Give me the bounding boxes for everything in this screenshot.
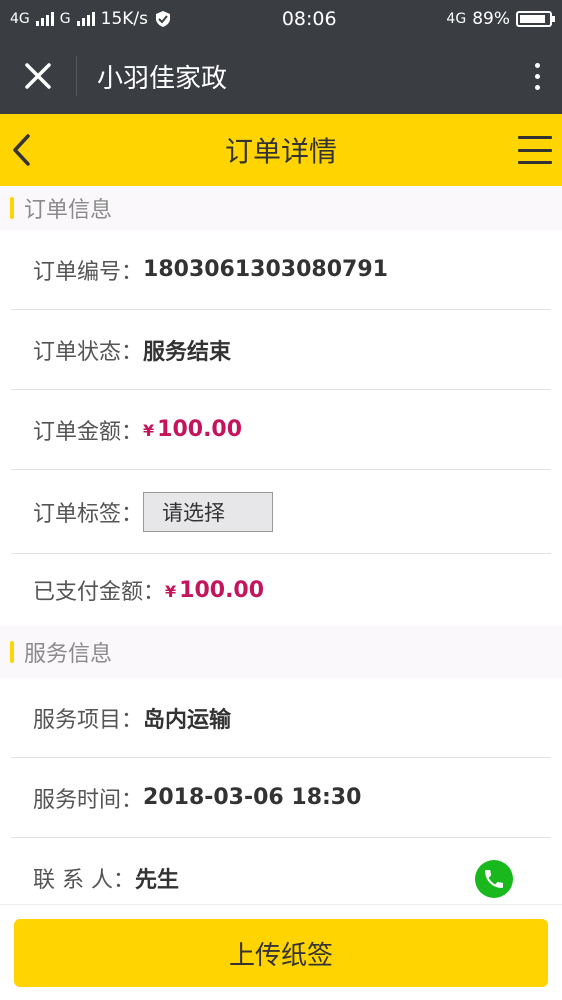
page-header: 订单详情 [0,114,562,186]
more-dot-icon [534,62,540,68]
service-info-section-header: 服务信息 [0,626,562,678]
status-bar: 4G G 15K/s 08:06 4G 89% [0,0,562,38]
wechat-title-bar: 小羽佳家政 [0,38,562,114]
service-time-value: 2018-03-06 18:30 [143,785,362,810]
more-menu-button[interactable] [512,62,562,90]
more-dot-icon [534,84,540,90]
network-label-2: G [59,11,71,27]
network-label-1: 4G [10,11,30,27]
section-accent-bar [10,641,14,663]
order-amount-row: 订单金额： ¥100.00 [11,390,551,470]
close-icon [25,63,51,89]
phone-icon [485,870,503,888]
currency-symbol: ¥ [165,581,177,601]
paid-amount-value: 100.00 [179,577,265,603]
currency-symbol: ¥ [143,421,155,440]
signal-icon-2 [76,12,95,26]
status-time: 08:06 [281,8,337,30]
wifi-shield-icon [156,11,170,27]
service-item-label: 服务项目： [33,707,144,733]
back-button[interactable] [8,132,38,168]
order-status-value: 服务结束 [143,339,232,365]
service-time-row: 服务时间： 2018-03-06 18:30 [11,758,551,838]
section-accent-bar [10,197,14,219]
status-right: 4G 89% [446,9,555,29]
paid-amount-value-group: ¥100.00 [165,578,264,603]
order-tag-select-value: 请选择 [162,500,226,525]
service-item-row: 服务项目： 岛内运输 [11,678,551,758]
order-amount-value: 100.00 [157,417,243,442]
signal-icon-1 [35,12,54,26]
network-label-right: 4G [446,11,467,27]
order-number-row: 订单编号： 1803061303080791 [11,230,551,310]
hamburger-menu-button[interactable] [518,136,552,164]
order-info-section-header: 订单信息 [0,186,562,230]
service-time-label: 服务时间： [33,787,144,813]
chevron-left-icon [13,134,30,166]
battery-fill [519,15,545,23]
order-number-value: 1803061303080791 [143,257,388,282]
paid-amount-label: 已支付金额： [33,580,166,605]
upload-paper-signature-button[interactable]: 上传纸签 [14,919,548,987]
battery-icon [515,11,555,27]
call-button[interactable] [475,860,513,898]
title-divider [76,56,77,96]
order-info-section-title: 订单信息 [24,198,113,223]
order-status-row: 订单状态： 服务结束 [11,310,551,390]
network-speed: 15K/s [100,9,148,29]
contact-value: 先生 [135,868,180,893]
order-tag-label: 订单标签： [33,501,144,527]
bottom-action-bar: 上传纸签 [0,904,562,1000]
menu-line-icon [518,136,552,139]
order-amount-value-group: ¥100.00 [143,417,242,442]
menu-line-icon [518,161,552,164]
paid-amount-row: 已支付金额： ¥100.00 [11,554,551,626]
service-item-value: 岛内运输 [143,707,232,733]
order-tag-row: 订单标签： 请选择 [11,470,551,554]
close-button[interactable] [0,38,76,114]
service-info-section-title: 服务信息 [24,642,113,667]
contact-label: 联 系 人： [33,868,135,893]
page-title: 订单详情 [224,135,337,168]
battery-percent: 89% [472,9,510,29]
status-left: 4G G 15K/s [10,9,172,29]
more-dot-icon [534,73,540,79]
order-tag-select[interactable]: 请选择 [143,491,274,532]
order-number-label: 订单编号： [33,259,144,285]
order-amount-label: 订单金额： [33,419,144,445]
menu-line-icon [518,148,552,152]
app-title: 小羽佳家政 [97,63,228,94]
order-status-label: 订单状态： [33,339,144,365]
